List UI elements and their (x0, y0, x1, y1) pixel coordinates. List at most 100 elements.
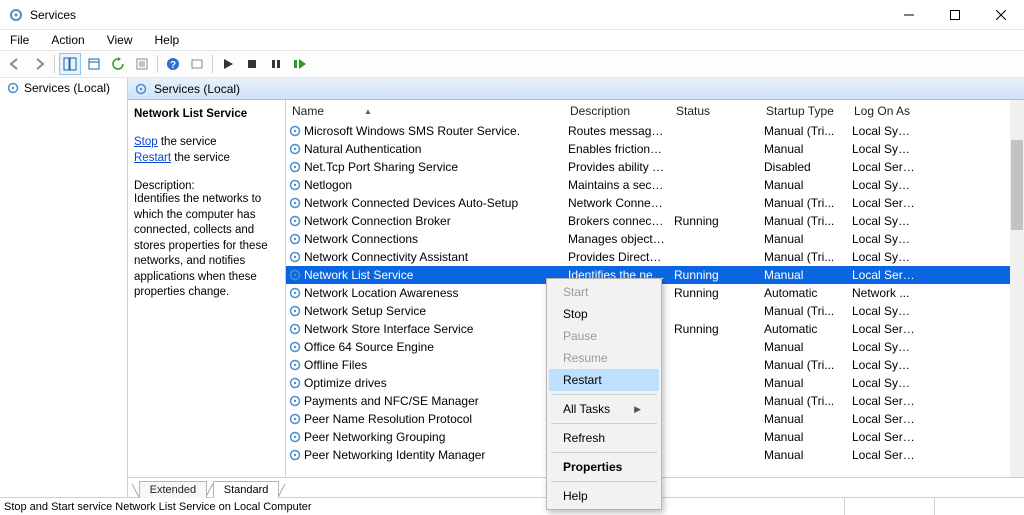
cell-description: Provides DirectAc... (564, 250, 670, 264)
cell-name: Microsoft Windows SMS Router Service. (304, 124, 564, 138)
gear-icon (286, 232, 304, 246)
cm-all-tasks[interactable]: All Tasks▶ (549, 398, 659, 420)
scroll-thumb[interactable] (1011, 140, 1023, 230)
col-header-description[interactable]: Description (564, 101, 670, 121)
stop-service-button[interactable] (241, 53, 263, 75)
go-to-button[interactable] (186, 53, 208, 75)
cell-logon: Local Syst... (848, 124, 920, 138)
col-header-logon[interactable]: Log On As (848, 101, 920, 121)
menu-file[interactable]: File (6, 31, 33, 49)
status-text: Stop and Start service Network List Serv… (4, 501, 312, 513)
pause-service-button[interactable] (265, 53, 287, 75)
back-button[interactable] (4, 53, 26, 75)
cell-logon: Local Syst... (848, 376, 920, 390)
start-service-button[interactable] (217, 53, 239, 75)
cell-logon: Local Syst... (848, 178, 920, 192)
cell-startup: Manual (Tri... (760, 250, 848, 264)
cell-description: Network Connect... (564, 196, 670, 210)
help-button[interactable]: ? (162, 53, 184, 75)
nav-item-label: Services (Local) (24, 81, 110, 95)
menu-view[interactable]: View (103, 31, 137, 49)
menu-action[interactable]: Action (47, 31, 88, 49)
cell-name: Peer Networking Identity Manager (304, 448, 564, 462)
minimize-button[interactable] (886, 0, 932, 30)
cell-logon: Local Serv... (848, 412, 920, 426)
nav-item-services-local[interactable]: Services (Local) (0, 78, 127, 98)
gear-icon (286, 322, 304, 336)
menu-help[interactable]: Help (151, 31, 184, 49)
cell-name: Peer Networking Grouping (304, 430, 564, 444)
tab-extended[interactable]: Extended (139, 481, 207, 498)
gear-icon (286, 412, 304, 426)
cell-name: Network Connections (304, 232, 564, 246)
gear-icon (286, 286, 304, 300)
stop-link[interactable]: Stop (134, 136, 158, 148)
cell-startup: Manual (760, 142, 848, 156)
window-title: Services (30, 8, 886, 22)
cm-properties[interactable]: Properties (549, 456, 659, 478)
restart-link[interactable]: Restart (134, 152, 171, 164)
gear-icon (286, 304, 304, 318)
refresh-button[interactable] (107, 53, 129, 75)
service-row[interactable]: Network ConnectionsManages objects...Man… (286, 230, 1010, 248)
properties-button[interactable] (131, 53, 153, 75)
cell-logon: Local Syst... (848, 304, 920, 318)
gear-icon (286, 358, 304, 372)
vertical-scrollbar[interactable] (1010, 100, 1024, 477)
cm-resume: Resume (549, 347, 659, 369)
cell-logon: Local Syst... (848, 250, 920, 264)
cell-startup: Manual (Tri... (760, 214, 848, 228)
gear-icon (286, 142, 304, 156)
cell-logon: Local Syst... (848, 340, 920, 354)
chevron-right-icon: ▶ (634, 404, 641, 415)
cell-logon: Local Serv... (848, 394, 920, 408)
cell-name: Network List Service (304, 268, 564, 282)
forward-button[interactable] (28, 53, 50, 75)
app-icon (8, 7, 24, 23)
cell-startup: Manual (760, 430, 848, 444)
service-row[interactable]: NetlogonMaintains a secur...ManualLocal … (286, 176, 1010, 194)
maximize-button[interactable] (932, 0, 978, 30)
cell-startup: Manual (Tri... (760, 358, 848, 372)
service-row[interactable]: Microsoft Windows SMS Router Service.Rou… (286, 122, 1010, 140)
cm-start: Start (549, 281, 659, 303)
cell-name: Netlogon (304, 178, 564, 192)
gear-icon (286, 268, 304, 282)
cell-name: Net.Tcp Port Sharing Service (304, 160, 564, 174)
service-row[interactable]: Network Connectivity AssistantProvides D… (286, 248, 1010, 266)
restart-service-button[interactable] (289, 53, 311, 75)
description-text: Identifies the networks to which the com… (134, 192, 279, 301)
cm-help[interactable]: Help (549, 485, 659, 507)
gear-icon (286, 448, 304, 462)
show-hide-tree-button[interactable] (59, 53, 81, 75)
cm-restart[interactable]: Restart (549, 369, 659, 391)
cell-logon: Local Serv... (848, 430, 920, 444)
col-header-name[interactable]: Name▲ (286, 101, 564, 121)
stop-suffix: the service (158, 136, 217, 148)
gear-icon (286, 394, 304, 408)
gear-icon (286, 340, 304, 354)
cell-startup: Manual (760, 268, 848, 282)
cell-status: Running (670, 214, 760, 228)
cm-stop[interactable]: Stop (549, 303, 659, 325)
cell-name: Network Setup Service (304, 304, 564, 318)
toolbar: ? (0, 50, 1024, 78)
col-header-startup[interactable]: Startup Type (760, 101, 848, 121)
gear-icon (286, 178, 304, 192)
gear-icon (134, 82, 148, 96)
cell-startup: Manual (Tri... (760, 394, 848, 408)
service-row[interactable]: Natural AuthenticationEnables friction-f… (286, 140, 1010, 158)
tab-standard[interactable]: Standard (213, 481, 280, 498)
export-list-button[interactable] (83, 53, 105, 75)
cm-refresh[interactable]: Refresh (549, 427, 659, 449)
cell-logon: Local Syst... (848, 214, 920, 228)
cell-startup: Manual (760, 412, 848, 426)
cell-description: Brokers connecti... (564, 214, 670, 228)
service-row[interactable]: Network Connected Devices Auto-SetupNetw… (286, 194, 1010, 212)
col-header-status[interactable]: Status (670, 101, 760, 121)
cell-startup: Manual (Tri... (760, 124, 848, 138)
service-row[interactable]: Net.Tcp Port Sharing ServiceProvides abi… (286, 158, 1010, 176)
close-button[interactable] (978, 0, 1024, 30)
cell-logon: Local Syst... (848, 232, 920, 246)
service-row[interactable]: Network Connection BrokerBrokers connect… (286, 212, 1010, 230)
